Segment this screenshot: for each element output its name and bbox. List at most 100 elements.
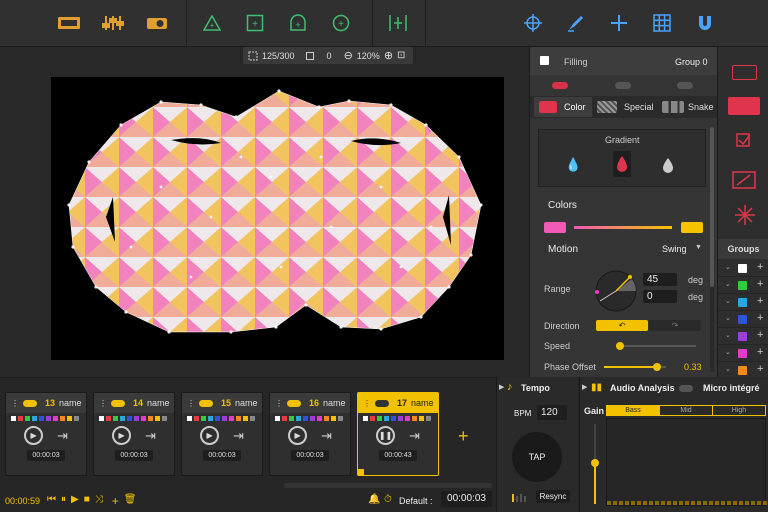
add-icon[interactable]: + <box>757 346 763 358</box>
tap-button[interactable]: TAP <box>512 432 562 482</box>
add-icon[interactable]: + <box>757 329 763 341</box>
group-swatch[interactable] <box>738 281 747 290</box>
cue-toggle[interactable] <box>375 399 389 407</box>
speed-slider[interactable] <box>616 342 696 350</box>
cue-toggle[interactable] <box>199 399 213 407</box>
group-swatch[interactable] <box>738 315 747 324</box>
play-icon[interactable]: ▶ <box>200 426 220 445</box>
phase-slider[interactable] <box>604 363 666 371</box>
toggle-3[interactable] <box>677 82 693 89</box>
bpm-input[interactable]: 120 <box>537 405 567 420</box>
add-icon[interactable]: + <box>757 295 763 307</box>
loop-icon[interactable]: ⇥ <box>57 428 68 444</box>
color-start-swatch[interactable] <box>544 222 566 233</box>
drop-half-icon[interactable] <box>662 157 674 175</box>
stop-icon[interactable]: ■ <box>84 494 90 508</box>
bell-icon[interactable]: 🔔 <box>368 494 380 505</box>
group-row[interactable]: ⌄ + <box>718 260 768 277</box>
cue-card[interactable]: ⋮ 17 name ❚❚ ⇥ 00:00:43 <box>357 392 439 476</box>
chevron-down-icon[interactable]: ⌄ <box>725 280 731 288</box>
play-icon[interactable]: ▶ <box>288 426 308 445</box>
sparkle-icon[interactable] <box>735 205 755 227</box>
crosshair-icon[interactable] <box>524 14 542 32</box>
trash-icon[interactable]: 🗑 <box>124 494 137 508</box>
tempo-chevron-icon[interactable]: ▶ <box>499 383 504 391</box>
loop-icon[interactable]: ⇥ <box>145 428 156 444</box>
add-icon[interactable]: + <box>757 261 763 273</box>
cue-card[interactable]: ⋮ 13 name ▶ ⇥ 00:00:03 <box>5 392 87 476</box>
add-card-button[interactable]: + <box>458 426 469 447</box>
drag-handle-icon[interactable]: ⋮ <box>187 399 195 408</box>
magnet-icon[interactable] <box>696 14 714 32</box>
band-bass[interactable]: Bass <box>607 406 659 415</box>
zoom-out-icon[interactable]: ⊖ <box>344 49 353 62</box>
drag-handle-icon[interactable]: ⋮ <box>363 399 371 408</box>
group-row[interactable]: ⌄ + <box>718 277 768 294</box>
cue-name[interactable]: name <box>59 398 82 408</box>
add-icon[interactable]: + <box>757 278 763 290</box>
gain-slider[interactable] <box>591 424 599 504</box>
projector-icon[interactable] <box>146 14 168 32</box>
add-icon[interactable]: + <box>757 363 763 375</box>
cue-name[interactable]: name <box>235 398 258 408</box>
mesh-shape[interactable] <box>67 89 483 334</box>
add-square-icon[interactable]: + <box>246 14 264 32</box>
cue-toggle[interactable] <box>287 399 301 407</box>
play-icon[interactable]: ▶ <box>24 426 44 445</box>
tab-snake[interactable]: Snake <box>658 97 716 117</box>
audio-device-select[interactable]: Micro intégré <box>703 383 760 393</box>
add-arch-icon[interactable]: + <box>289 14 307 32</box>
transform-icon[interactable] <box>734 131 754 153</box>
cue-card[interactable]: ⋮ 14 name ▶ ⇥ 00:00:03 <box>93 392 175 476</box>
drag-handle-icon[interactable]: ⋮ <box>11 399 19 408</box>
motion-mode-select[interactable]: Swing <box>662 244 687 254</box>
chevron-down-icon[interactable]: ⌄ <box>725 365 731 373</box>
toggle-1[interactable] <box>552 82 568 89</box>
filled-rect-icon[interactable] <box>728 97 760 115</box>
cue-name[interactable]: name <box>323 398 346 408</box>
split-icon[interactable] <box>388 14 408 32</box>
add-icon[interactable]: + <box>757 312 763 324</box>
loop-icon[interactable]: ⇥ <box>409 428 420 444</box>
direction-cw-button[interactable]: ↶ <box>596 320 648 331</box>
loop-icon[interactable]: ⇥ <box>233 428 244 444</box>
drop-icon[interactable]: 💧 <box>565 157 581 173</box>
panel-scrollbar[interactable] <box>710 127 714 372</box>
skip-back-icon[interactable]: ⏮ <box>47 494 56 508</box>
group-swatch[interactable] <box>738 332 747 341</box>
group-swatch[interactable] <box>738 366 747 375</box>
range-a-input[interactable]: 45 <box>643 273 677 286</box>
mixer-icon[interactable] <box>102 14 124 32</box>
drop-active-icon[interactable] <box>613 151 631 177</box>
shuffle-icon[interactable]: ⤨ <box>95 494 103 508</box>
tab-color[interactable]: Color <box>534 97 592 117</box>
add-circle-icon[interactable]: + <box>332 14 350 32</box>
chevron-down-icon[interactable]: ⌄ <box>725 314 731 322</box>
group-row[interactable]: ⌄ + <box>718 328 768 345</box>
pen-icon[interactable] <box>567 14 585 32</box>
move-point-icon[interactable] <box>610 14 628 32</box>
cue-name[interactable]: name <box>411 398 434 408</box>
cue-card[interactable]: ⋮ 16 name ▶ ⇥ 00:00:03 <box>269 392 351 476</box>
outline-rect-icon[interactable] <box>732 65 757 80</box>
audio-chevron-icon[interactable]: ▶ <box>582 383 587 391</box>
group-swatch[interactable] <box>738 298 747 307</box>
add-triangle-icon[interactable]: + <box>203 14 221 32</box>
play-icon[interactable]: ▶ <box>112 426 132 445</box>
group-swatch[interactable] <box>738 264 747 273</box>
group-row[interactable]: ⌄ + <box>718 345 768 362</box>
play-icon[interactable]: ▶ <box>71 494 79 508</box>
drag-handle-icon[interactable]: ⋮ <box>99 399 107 408</box>
pause-icon[interactable]: ⏸ <box>61 494 66 508</box>
range-dial[interactable] <box>594 269 638 315</box>
chevron-down-icon[interactable]: ⌄ <box>725 263 731 271</box>
grid-icon[interactable] <box>653 14 671 32</box>
group-row[interactable]: ⌄ + <box>718 294 768 311</box>
pause-icon[interactable]: ❚❚ <box>376 426 396 445</box>
color-end-swatch[interactable] <box>681 222 703 233</box>
direction-ccw-button[interactable]: ↷ <box>649 320 701 331</box>
toggle-2[interactable] <box>615 82 631 89</box>
add-icon[interactable]: + <box>112 494 119 508</box>
drag-handle-icon[interactable]: ⋮ <box>275 399 283 408</box>
cue-toggle[interactable] <box>111 399 125 407</box>
